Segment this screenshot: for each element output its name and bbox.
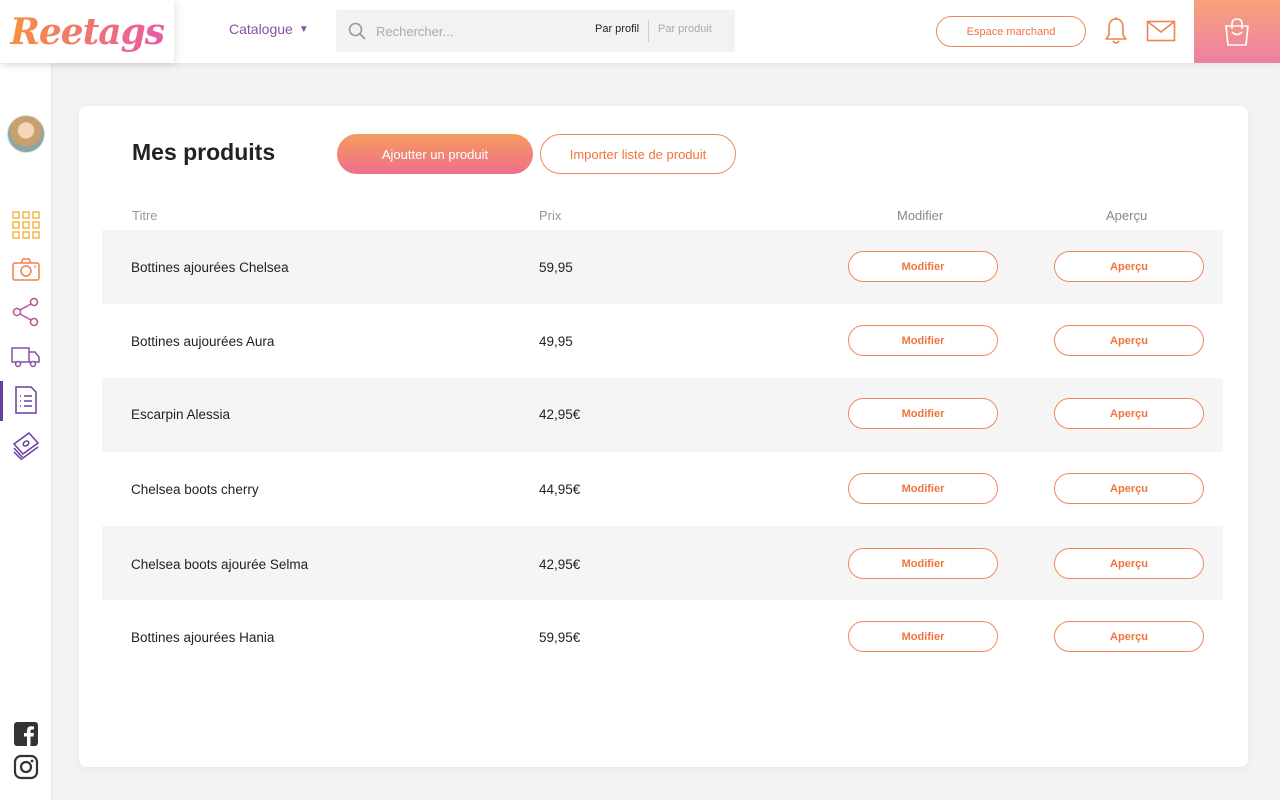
catalogue-label: Catalogue: [229, 21, 293, 37]
merchant-space-button[interactable]: Espace marchand: [936, 16, 1086, 47]
search-mode-product[interactable]: Par produit: [658, 23, 712, 35]
preview-product-button[interactable]: Aperçu: [1054, 548, 1204, 579]
edit-product-button[interactable]: Modifier: [848, 398, 998, 429]
product-title: Bottines aujourées Aura: [131, 334, 275, 349]
search-bar: Par profil Par produit: [336, 10, 735, 52]
table-row: Chelsea boots cherry 44,95€ Modifier Ape…: [102, 452, 1223, 526]
table-row: Bottines ajourées Hania 59,95€ Modifier …: [102, 600, 1223, 674]
avatar[interactable]: [7, 115, 45, 153]
search-mode-profile[interactable]: Par profil: [595, 23, 639, 35]
active-indicator: [0, 381, 3, 421]
add-product-button[interactable]: Ajoutter un produit: [337, 134, 533, 174]
edit-product-button[interactable]: Modifier: [848, 325, 998, 356]
preview-product-button[interactable]: Aperçu: [1054, 251, 1204, 282]
products-table: Bottines ajourées Chelsea 59,95 Modifier…: [102, 230, 1223, 674]
product-title: Bottines ajourées Hania: [131, 630, 275, 645]
table-row: Bottines aujourées Aura 49,95 Modifier A…: [102, 304, 1223, 378]
mail-icon[interactable]: [1146, 20, 1176, 42]
preview-product-button[interactable]: Aperçu: [1054, 621, 1204, 652]
shopping-bag-button[interactable]: [1194, 0, 1280, 63]
preview-product-button[interactable]: Aperçu: [1054, 325, 1204, 356]
search-input[interactable]: [376, 10, 596, 52]
sidebar: [0, 63, 52, 800]
facebook-icon[interactable]: [13, 721, 39, 747]
product-price: 42,95€: [539, 407, 581, 422]
search-icon: [348, 22, 366, 40]
page-title: Mes produits: [132, 139, 276, 165]
preview-product-button[interactable]: Aperçu: [1054, 473, 1204, 504]
edit-product-button[interactable]: Modifier: [848, 621, 998, 652]
catalogue-dropdown[interactable]: Catalogue ▼: [229, 21, 309, 37]
grid-icon[interactable]: [11, 210, 41, 240]
column-header-price: Prix: [539, 208, 562, 223]
column-header-edit: Modifier: [897, 208, 944, 223]
top-header: Reetags Catalogue ▼ Par profil Par produ…: [0, 0, 1280, 63]
product-price: 49,95: [539, 334, 573, 349]
edit-product-button[interactable]: Modifier: [848, 473, 998, 504]
product-title: Escarpin Alessia: [131, 407, 231, 422]
edit-product-button[interactable]: Modifier: [848, 548, 998, 579]
product-title: Chelsea boots ajourée Selma: [131, 557, 309, 572]
bell-icon[interactable]: [1103, 16, 1129, 46]
shopping-bag-icon: [1225, 17, 1249, 46]
product-price: 42,95€: [539, 557, 581, 572]
table-row: Chelsea boots ajourée Selma 42,95€ Modif…: [102, 526, 1223, 600]
table-row: Escarpin Alessia 42,95€ Modifier Aperçu: [102, 378, 1223, 452]
logo-text: Reetags: [9, 10, 165, 53]
product-title: Bottines ajourées Chelsea: [131, 260, 289, 275]
product-title: Chelsea boots cherry: [131, 482, 259, 497]
edit-product-button[interactable]: Modifier: [848, 251, 998, 282]
instagram-icon[interactable]: [13, 754, 39, 780]
document-list-icon[interactable]: [11, 385, 41, 415]
import-product-list-button[interactable]: Importer liste de produit: [540, 134, 736, 174]
column-header-title: Titre: [132, 208, 158, 223]
share-icon[interactable]: [11, 297, 41, 327]
camera-icon[interactable]: [11, 255, 41, 285]
money-stack-icon[interactable]: [11, 430, 41, 460]
product-price: 59,95: [539, 260, 573, 275]
column-header-preview: Aperçu: [1106, 208, 1148, 223]
delivery-truck-icon[interactable]: [11, 341, 41, 371]
logo[interactable]: Reetags: [0, 0, 174, 63]
caret-down-icon: ▼: [298, 23, 309, 35]
preview-product-button[interactable]: Aperçu: [1054, 398, 1204, 429]
product-price: 59,95€: [539, 630, 581, 645]
products-card: Mes produits Ajoutter un produit Importe…: [79, 106, 1248, 767]
product-price: 44,95€: [539, 482, 581, 497]
table-row: Bottines ajourées Chelsea 59,95 Modifier…: [102, 230, 1223, 304]
search-mode-divider: [648, 20, 649, 42]
